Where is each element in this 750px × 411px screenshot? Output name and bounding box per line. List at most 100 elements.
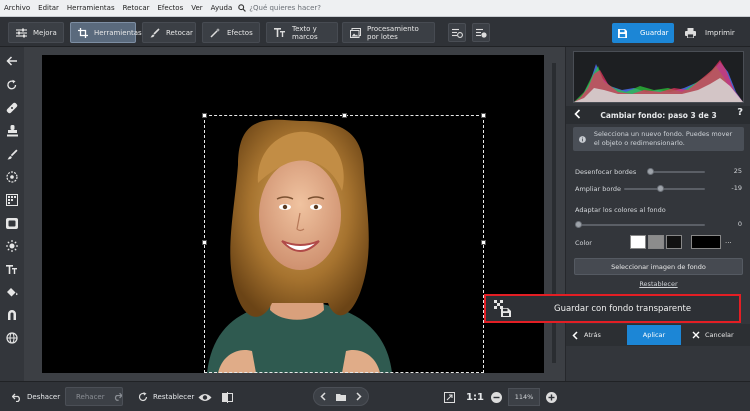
cancel-button[interactable]: Cancelar xyxy=(692,327,734,343)
undo-button[interactable]: Deshacer xyxy=(12,388,60,406)
folder-icon[interactable] xyxy=(336,393,346,401)
tab-efectos[interactable]: Efectos xyxy=(202,22,260,43)
menu-ver[interactable]: Ver xyxy=(187,4,206,12)
expand-border-value: -19 xyxy=(731,184,742,192)
radial-tool[interactable] xyxy=(4,169,20,185)
arrow-left-icon xyxy=(6,56,17,66)
magnet-icon xyxy=(8,310,16,320)
resize-handle-nw[interactable] xyxy=(202,113,207,118)
save-transparent-button[interactable]: Guardar con fondo transparente xyxy=(484,294,741,323)
actual-size-button[interactable]: 1:1 xyxy=(466,388,484,406)
print-button[interactable]: Imprimir xyxy=(681,23,743,43)
menu-efectos[interactable]: Efectos xyxy=(154,4,188,12)
menu-retocar[interactable]: Retocar xyxy=(119,4,154,12)
swatch-dark[interactable] xyxy=(666,235,682,249)
resize-handle-e[interactable] xyxy=(481,240,486,245)
save-label: Guardar xyxy=(640,29,669,37)
canvas-area xyxy=(24,47,565,381)
tab-texto-marcos[interactable]: Texto y marcos xyxy=(266,22,338,43)
menu-editar[interactable]: Editar xyxy=(34,4,63,12)
swatch-gray[interactable] xyxy=(648,235,664,249)
tab-herramientas-label: Herramientas xyxy=(94,28,142,37)
batch-queue-button[interactable] xyxy=(472,23,490,42)
text-icon xyxy=(6,264,17,274)
transparent-save-icon xyxy=(494,300,511,317)
bandage-icon xyxy=(6,102,18,114)
tab-procesamiento-label: Procesamiento por lotes xyxy=(367,24,419,41)
floppy-icon xyxy=(618,28,627,38)
undo-icon xyxy=(12,393,20,402)
image-canvas[interactable] xyxy=(42,55,544,373)
tab-efectos-label: Efectos xyxy=(227,28,253,37)
expand-border-track[interactable] xyxy=(624,188,705,190)
fill-tool[interactable] xyxy=(4,284,20,300)
preview-button[interactable] xyxy=(198,388,212,406)
tab-herramientas[interactable]: Herramientas xyxy=(70,22,142,43)
sun-icon xyxy=(6,240,18,252)
help-button[interactable]: ? xyxy=(737,107,743,118)
bottom-bar: Deshacer Rehacer Restablecer 1:1 114% xyxy=(0,381,750,411)
zoom-out-button[interactable] xyxy=(491,388,502,406)
back-button[interactable]: Atrás xyxy=(572,327,601,343)
batch-icon xyxy=(350,27,361,38)
chevron-right-icon[interactable] xyxy=(356,392,362,401)
tab-retocar[interactable]: Retocar xyxy=(142,22,196,43)
resize-handle-ne[interactable] xyxy=(481,113,486,118)
resize-handle-w[interactable] xyxy=(202,240,207,245)
main-toolbar: Mejora Herramientas Retocar Efectos Text… xyxy=(0,17,750,47)
menu-bar: Archivo Editar Herramientas Retocar Efec… xyxy=(0,0,750,17)
chevron-left-icon xyxy=(572,330,578,340)
zoom-level[interactable]: 114% xyxy=(508,388,540,406)
redo-button[interactable]: Rehacer xyxy=(65,387,123,406)
save-button[interactable]: Guardar xyxy=(612,23,674,43)
stamp-icon xyxy=(6,125,18,137)
selection-box[interactable] xyxy=(202,113,486,373)
brush-icon xyxy=(150,27,160,37)
select-background-image-button[interactable]: Seleccionar imagen de fondo xyxy=(574,258,743,275)
rotate-tool[interactable] xyxy=(4,77,20,93)
info-box: Selecciona un nuevo fondo. Puedes mover … xyxy=(573,127,744,151)
compare-button[interactable] xyxy=(222,388,233,406)
chevron-left-icon[interactable] xyxy=(320,392,326,401)
adapt-colors-track[interactable] xyxy=(578,224,705,226)
back-arrow-tool[interactable] xyxy=(4,53,20,69)
back-label: Atrás xyxy=(584,331,601,339)
patch-tool[interactable] xyxy=(4,100,20,116)
menu-archivo[interactable]: Archivo xyxy=(0,4,34,12)
sliders-icon xyxy=(16,28,27,37)
reset-link[interactable]: Restablecer xyxy=(566,280,750,288)
panel-bottom-nav: Atrás Aplicar Cancelar xyxy=(566,324,750,346)
blur-edges-value: 25 xyxy=(733,167,742,175)
gradient-tool[interactable] xyxy=(4,192,20,208)
tab-procesamiento-lotes[interactable]: Procesamiento por lotes xyxy=(342,22,435,43)
stamp-tool[interactable] xyxy=(4,123,20,139)
frame-tool[interactable] xyxy=(4,215,20,231)
swatch-black[interactable] xyxy=(691,235,721,249)
expand-border-slider[interactable] xyxy=(657,185,664,192)
light-tool[interactable] xyxy=(4,238,20,254)
tab-mejora[interactable]: Mejora xyxy=(8,22,64,43)
liquify-tool[interactable] xyxy=(4,330,20,346)
text-icon xyxy=(274,28,285,37)
more-colors-button[interactable]: ... xyxy=(725,237,732,245)
apply-button[interactable]: Aplicar xyxy=(627,325,681,345)
swatch-white[interactable] xyxy=(630,235,646,249)
vignette-icon xyxy=(6,217,18,229)
text-tool[interactable] xyxy=(4,261,20,277)
menu-herramientas[interactable]: Herramientas xyxy=(63,4,119,12)
fit-screen-button[interactable] xyxy=(444,388,455,406)
reset-button[interactable]: Restablecer xyxy=(138,388,194,406)
chevron-left-icon[interactable] xyxy=(574,109,581,119)
adapt-colors-slider[interactable] xyxy=(575,221,582,228)
blur-edges-track[interactable] xyxy=(648,171,705,173)
batch-list-button[interactable] xyxy=(448,23,466,42)
image-navigator xyxy=(313,387,369,406)
menu-ayuda[interactable]: Ayuda xyxy=(207,4,237,12)
eye-icon xyxy=(198,393,212,401)
replace-background-tool[interactable] xyxy=(4,307,20,323)
brush-tool[interactable] xyxy=(4,146,20,162)
zoom-in-button[interactable] xyxy=(546,388,557,406)
search-box[interactable]: ¿Qué quieres hacer? xyxy=(238,4,321,12)
blur-edges-slider[interactable] xyxy=(647,168,654,175)
resize-handle-n[interactable] xyxy=(342,113,347,118)
